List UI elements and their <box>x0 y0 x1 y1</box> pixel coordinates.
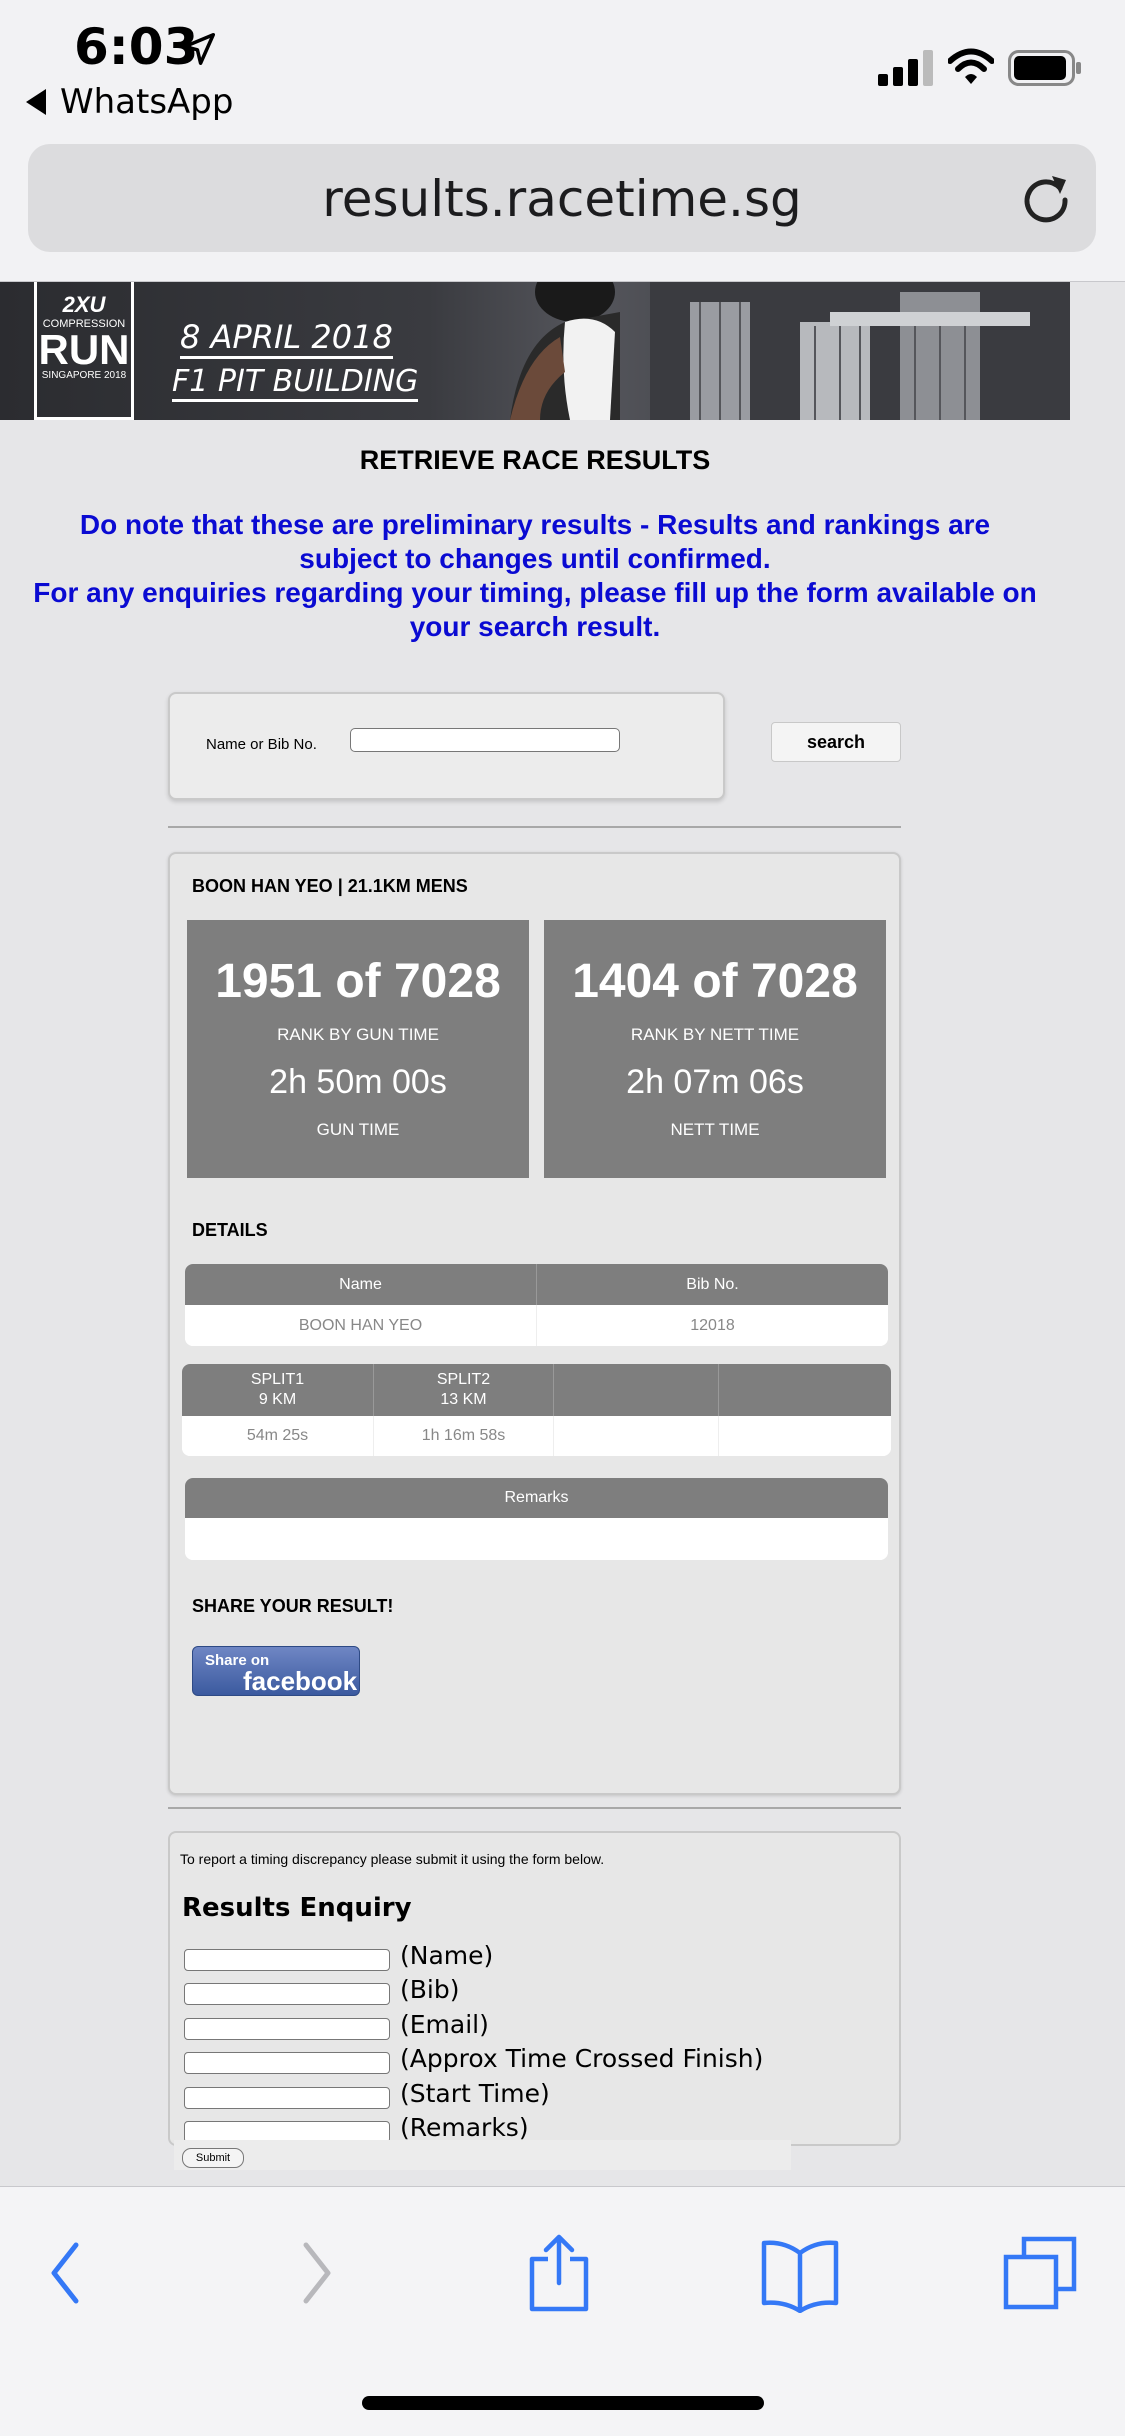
empty-header-cell <box>719 1364 891 1416</box>
field-label: (Email) <box>400 2010 489 2039</box>
back-triangle-icon <box>26 89 46 115</box>
address-bar[interactable]: results.racetime.sg <box>28 144 1096 252</box>
field-label: (Bib) <box>400 1975 460 2004</box>
cellular-signal-icon <box>878 50 933 86</box>
empty-cell <box>554 1416 719 1456</box>
split1-distance: 9 KM <box>258 1391 297 1408</box>
back-app-label: WhatsApp <box>60 82 234 122</box>
race-logo: 2XU COMPRESSION RUN SINGAPORE 2018 <box>34 282 134 420</box>
runner-image <box>510 282 620 420</box>
search-button[interactable]: search <box>771 722 901 762</box>
reload-icon[interactable] <box>1018 170 1074 226</box>
enquiry-remarks-field: (Remarks) <box>184 2113 784 2143</box>
wifi-icon <box>948 48 994 84</box>
table-row: 54m 25s 1h 16m 58s <box>182 1416 891 1456</box>
empty-cell <box>719 1416 891 1456</box>
notice-line-2: For any enquiries regarding your timing,… <box>33 577 1037 642</box>
divider <box>168 1807 901 1809</box>
nett-rank-label: RANK BY NETT TIME <box>630 1025 800 1044</box>
gun-rank-card: 1951 of 7028 RANK BY GUN TIME 2h 50m 00s… <box>187 920 529 1178</box>
field-label: (Approx Time Crossed Finish) <box>400 2044 764 2073</box>
table-row: BOON HAN YEO 12018 <box>185 1305 888 1346</box>
enquiry-start-time-input[interactable] <box>184 2087 390 2109</box>
details-heading: DETAILS <box>192 1220 268 1240</box>
url-text: results.racetime.sg <box>322 170 802 228</box>
forward-chevron-icon <box>303 2242 331 2304</box>
skyline-image <box>650 282 1070 420</box>
share-heading: SHARE YOUR RESULT! <box>192 1596 394 1616</box>
gun-rank-label: RANK BY GUN TIME <box>277 1025 439 1044</box>
search-label: Name or Bib No. <box>206 736 317 753</box>
result-panel: BOON HAN YEO | 21.1KM MENS 1951 of 7028 … <box>168 852 901 1795</box>
enquiry-start-time-field: (Start Time) <box>184 2079 784 2109</box>
results-enquiry-form: To report a timing discrepancy please su… <box>168 1831 901 2146</box>
share-facebook-button[interactable]: Share on facebook <box>192 1646 360 1696</box>
enquiry-name-input[interactable] <box>184 1949 390 1971</box>
field-label: (Start Time) <box>400 2079 550 2108</box>
split2-name: SPLIT2 <box>436 1371 491 1388</box>
submit-strip <box>174 2140 791 2170</box>
table-header: Name Bib No. <box>185 1264 888 1305</box>
banner-date: 8 APRIL 2018 <box>180 318 393 359</box>
header-name: Name <box>185 1264 537 1305</box>
enquiry-email-field: (Email) <box>184 2010 784 2040</box>
submit-button[interactable]: Submit <box>182 2148 244 2168</box>
event-banner: 2XU COMPRESSION RUN SINGAPORE 2018 8 APR… <box>0 282 1070 420</box>
enquiry-finish-time-input[interactable] <box>184 2052 390 2074</box>
split1-header: SPLIT1 9 KM <box>182 1364 374 1416</box>
runner-category-title: BOON HAN YEO | 21.1KM MENS <box>192 876 468 896</box>
divider <box>168 826 901 828</box>
enquiry-name-field: (Name) <box>184 1941 784 1971</box>
share-icon[interactable] <box>526 2233 592 2313</box>
table-header: SPLIT1 9 KM SPLIT2 13 KM <box>182 1364 891 1416</box>
enquiry-bib-field: (Bib) <box>184 1975 784 2005</box>
gun-time: 2h 50m 00s <box>269 1063 447 1101</box>
table-row <box>185 1518 888 1560</box>
remarks-value <box>185 1518 888 1560</box>
battery-icon <box>1008 50 1081 86</box>
split1-name: SPLIT1 <box>250 1371 305 1388</box>
enquiry-email-input[interactable] <box>184 2018 390 2040</box>
details-table: Name Bib No. BOON HAN YEO 12018 <box>185 1264 888 1346</box>
search-input[interactable] <box>350 728 620 752</box>
table-header: Remarks <box>185 1478 888 1518</box>
split2-header: SPLIT2 13 KM <box>374 1364 554 1416</box>
gun-time-label: GUN TIME <box>316 1120 400 1139</box>
nett-rank-card: 1404 of 7028 RANK BY NETT TIME 2h 07m 06… <box>544 920 886 1178</box>
location-arrow-icon <box>183 33 215 65</box>
tabs-icon[interactable] <box>1000 2233 1080 2313</box>
split2-time: 1h 16m 58s <box>374 1416 554 1456</box>
gun-rank: 1951 of 7028 <box>215 955 501 1008</box>
bookmarks-icon[interactable] <box>760 2233 840 2313</box>
bib-number: 12018 <box>690 1317 735 1334</box>
browser-address-area: results.racetime.sg <box>0 140 1125 282</box>
enquiry-title: Results Enquiry <box>182 1893 412 1923</box>
enquiry-note: To report a timing discrepancy please su… <box>180 1851 605 1867</box>
field-label: (Remarks) <box>400 2113 529 2142</box>
preliminary-notice: Do note that these are preliminary resul… <box>0 508 1070 644</box>
banner-venue: F1 PIT BUILDING <box>172 364 419 402</box>
notice-line-1: Do note that these are preliminary resul… <box>79 509 991 574</box>
field-label: (Name) <box>400 1941 494 1970</box>
back-to-app-link[interactable]: WhatsApp <box>26 82 233 122</box>
header-bib: Bib No. <box>686 1276 739 1293</box>
split1-time: 54m 25s <box>182 1416 374 1456</box>
nett-time: 2h 07m 06s <box>626 1063 804 1101</box>
facebook-label: facebook <box>243 1666 358 1696</box>
status-bar: 6:03 WhatsApp <box>0 0 1125 140</box>
back-chevron-icon[interactable] <box>44 2233 86 2313</box>
enquiry-bib-input[interactable] <box>184 1983 390 2005</box>
empty-header-cell <box>554 1364 719 1416</box>
nett-rank: 1404 of 7028 <box>572 955 858 1008</box>
enquiry-finish-time-field: (Approx Time Crossed Finish) <box>184 2044 784 2074</box>
remarks-table: Remarks <box>185 1478 888 1560</box>
splits-table: SPLIT1 9 KM SPLIT2 13 KM 54m 25s 1h 16m … <box>182 1364 891 1456</box>
nett-time-label: NETT TIME <box>670 1120 760 1139</box>
home-indicator[interactable] <box>362 2396 764 2410</box>
remarks-header: Remarks <box>504 1489 569 1506</box>
split2-distance: 13 KM <box>440 1391 487 1408</box>
search-box: Name or Bib No. <box>168 692 725 800</box>
page-title: RETRIEVE RACE RESULTS <box>359 445 711 475</box>
runner-name: BOON HAN YEO <box>185 1305 537 1346</box>
